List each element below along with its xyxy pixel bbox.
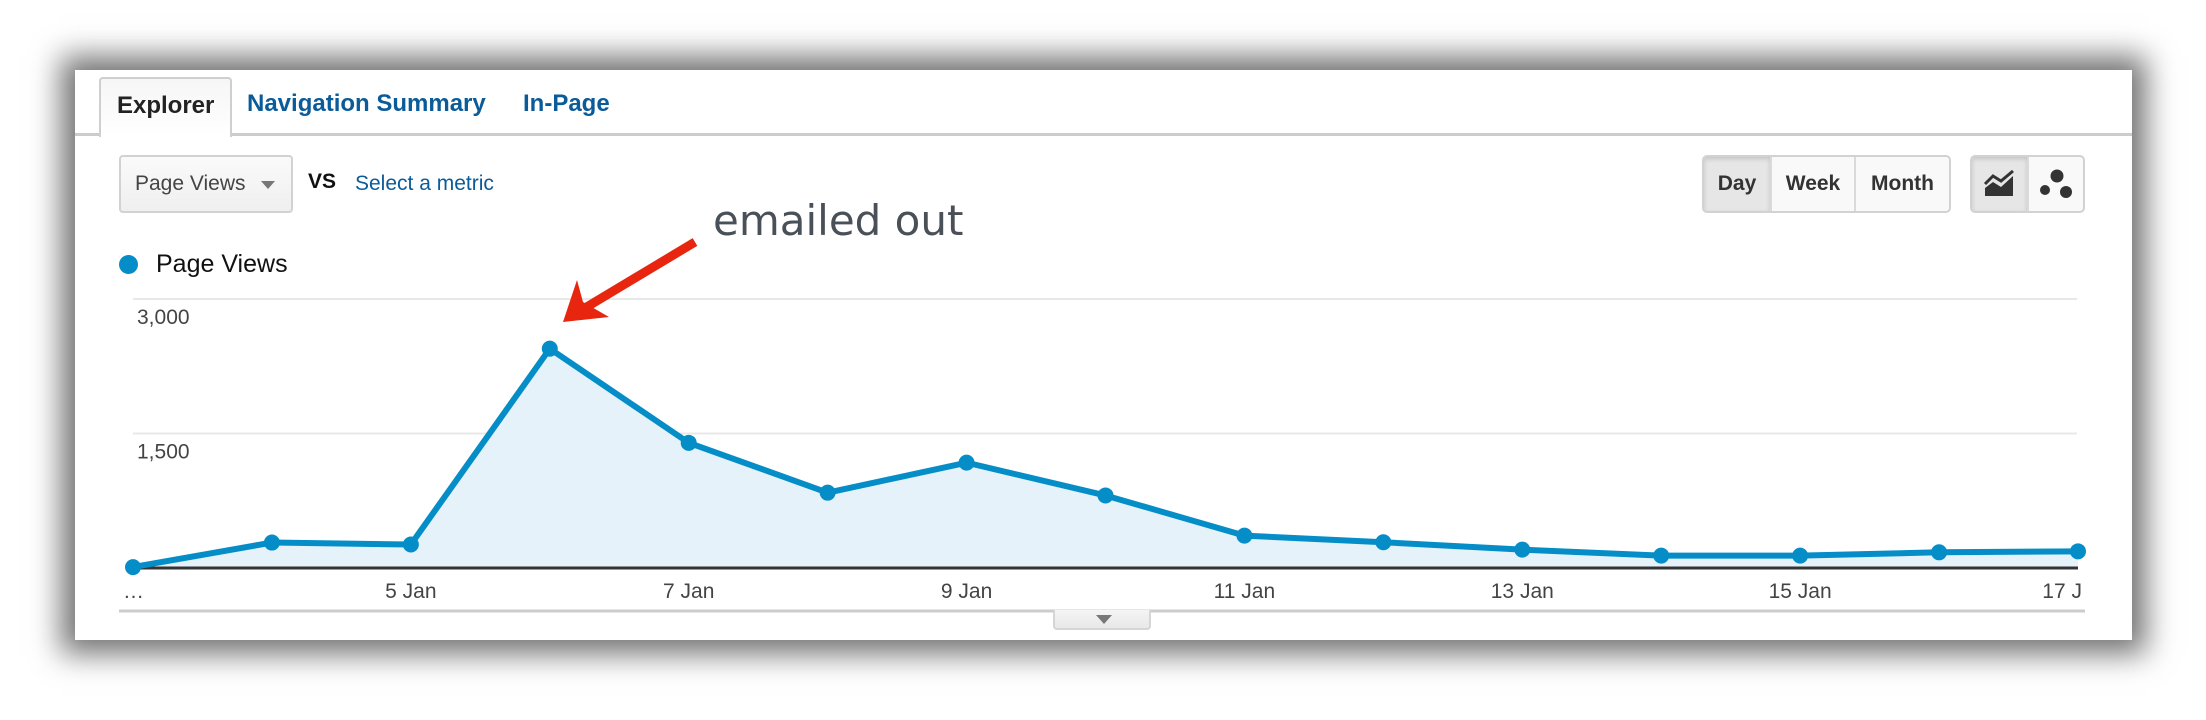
data-point: [1097, 487, 1114, 504]
x-tick-label: 17 J: [2042, 580, 2082, 603]
data-point: [263, 534, 280, 551]
x-tick-label: 5 Jan: [385, 580, 436, 603]
data-point: [541, 340, 558, 357]
annotation-arrow: [563, 238, 698, 322]
x-tick-label: 7 Jan: [663, 580, 714, 603]
data-point: [1375, 534, 1392, 551]
data-point: [125, 559, 141, 576]
expand-chart-button[interactable]: [1053, 610, 1151, 630]
series-area: [133, 348, 2078, 568]
data-point: [958, 454, 975, 471]
data-point: [819, 484, 836, 501]
x-tick-label: 15 Jan: [1769, 580, 1832, 603]
y-tick-label: 1,500: [137, 441, 190, 464]
data-point: [1236, 527, 1253, 544]
chevron-down-icon: [1096, 615, 1112, 624]
data-point: [402, 536, 419, 553]
x-tick-label: 13 Jan: [1491, 580, 1554, 603]
x-tick-label: 11 Jan: [1214, 580, 1276, 603]
data-point: [1653, 547, 1670, 564]
data-point: [2070, 543, 2086, 560]
page-views-chart: … 5 Jan 7 Jan 9 Jan 11 Jan 13 Jan 15 Jan 17 J 3…: [119, 238, 2086, 613]
x-tick-label: 9 Jan: [941, 580, 992, 603]
x-tick-label: …: [123, 580, 144, 603]
data-point: [1514, 541, 1531, 558]
data-point: [680, 434, 697, 451]
data-point: [1792, 547, 1809, 564]
explorer-panel: Explorer Navigation Summary In-Page Page…: [75, 70, 2132, 640]
data-point: [1931, 544, 1948, 561]
y-tick-label: 3,000: [137, 306, 190, 329]
